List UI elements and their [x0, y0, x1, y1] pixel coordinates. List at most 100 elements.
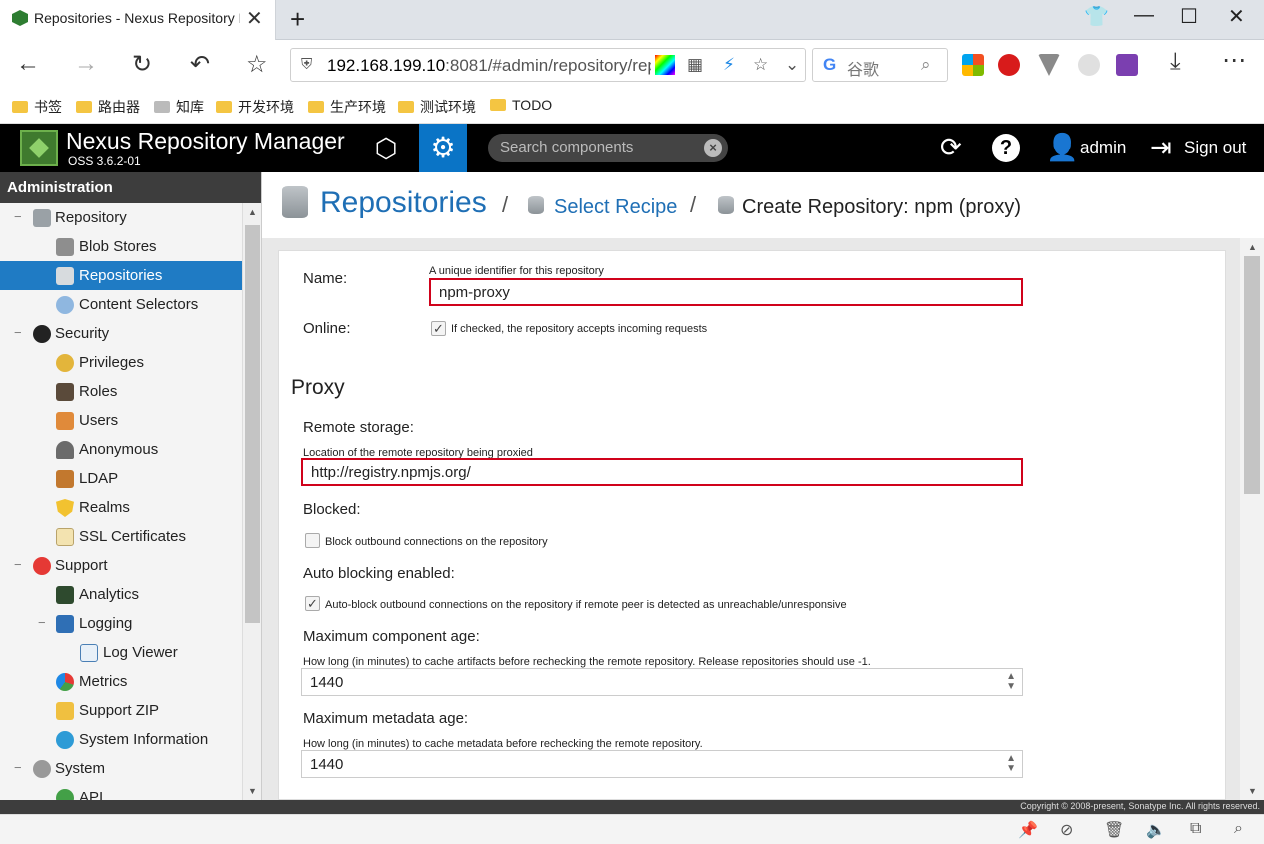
scroll-up-icon[interactable]: ▲	[248, 207, 257, 217]
max-component-age-input[interactable]: 1440 ▲ ▼	[301, 668, 1023, 696]
vue-devtools-icon[interactable]	[1038, 54, 1060, 76]
collapse-icon[interactable]: −	[14, 209, 22, 224]
sidebar-item-repository[interactable]: − Repository	[0, 203, 242, 232]
bookmark-item[interactable]: 生产环境	[308, 97, 386, 117]
collapse-icon[interactable]: −	[14, 325, 22, 340]
speed-icon[interactable]: ⊘	[1060, 820, 1073, 840]
collapse-icon[interactable]: −	[14, 760, 22, 775]
collapse-icon[interactable]: −	[14, 557, 22, 572]
sidebar-item-privileges[interactable]: Privileges	[0, 348, 242, 377]
skin-icon[interactable]: 👕	[1084, 4, 1109, 29]
browser-search-box[interactable]: G 谷歌 ⌕	[812, 48, 948, 82]
search-components-input[interactable]: Search components ×	[488, 134, 728, 162]
volume-icon[interactable]: 🔈	[1146, 820, 1166, 840]
main-scroll-thumb[interactable]	[1244, 256, 1260, 494]
scroll-down-icon[interactable]: ▼	[248, 786, 257, 796]
color-picker-icon[interactable]	[655, 55, 675, 75]
sidebar-item-logging[interactable]: − Logging	[0, 609, 242, 638]
max-metadata-age-input[interactable]: 1440 ▲ ▼	[301, 750, 1023, 778]
sign-out-button[interactable]: Sign out	[1184, 138, 1246, 158]
sidebar-item-label: Repository	[55, 209, 127, 226]
breadcrumb-root[interactable]: Repositories	[320, 186, 487, 220]
name-input[interactable]: npm-proxy	[429, 278, 1023, 306]
browser-tab[interactable]: Repositories - Nexus Repository Manager …	[0, 0, 276, 40]
scroll-down-icon[interactable]: ▼	[1248, 786, 1257, 796]
apps-grid-icon[interactable]	[962, 54, 984, 76]
sidebar-item-support-zip[interactable]: Support ZIP	[0, 696, 242, 725]
maximize-icon[interactable]: ☐	[1180, 4, 1198, 29]
tab-close-icon[interactable]: ✕	[246, 6, 263, 31]
window-icon[interactable]: ⧉	[1190, 820, 1201, 838]
sidebar-item-realms[interactable]: Realms	[0, 493, 242, 522]
sidebar-item-system-information[interactable]: System Information	[0, 725, 242, 754]
bookmark-item[interactable]: 书签	[12, 97, 62, 117]
bookmark-star-icon[interactable]: ☆	[753, 55, 768, 75]
sidebar-item-security[interactable]: − Security	[0, 319, 242, 348]
online-checkbox[interactable]: ✓	[431, 321, 446, 336]
onenote-icon[interactable]	[1116, 54, 1138, 76]
trash-icon[interactable]: 🗑	[1104, 820, 1124, 840]
more-menu-icon[interactable]: ⋯	[1222, 46, 1246, 75]
download-icon[interactable]: ⤓	[1170, 48, 1181, 76]
reload-icon[interactable]: ↻	[132, 50, 152, 79]
breadcrumb-select-recipe[interactable]: Select Recipe	[554, 196, 677, 219]
back-icon[interactable]: ←	[16, 50, 40, 78]
forward-icon[interactable]: →	[74, 50, 98, 78]
spinner-icon[interactable]: ▲ ▼	[1006, 754, 1016, 774]
bookmark-item[interactable]: 测试环境	[398, 97, 476, 117]
window-close-icon[interactable]: ✕	[1228, 4, 1245, 29]
bookmark-item[interactable]: 开发环境	[216, 97, 294, 117]
sidebar-item-users[interactable]: Users	[0, 406, 242, 435]
user-name[interactable]: admin	[1080, 138, 1126, 158]
blocked-checkbox[interactable]	[305, 533, 320, 548]
sidebar-item-ssl-certificates[interactable]: SSL Certificates	[0, 522, 242, 551]
sidebar-item-support[interactable]: − Support	[0, 551, 242, 580]
new-tab-icon[interactable]: +	[290, 4, 305, 35]
auto-blocking-checkbox[interactable]: ✓	[305, 596, 320, 611]
url-text[interactable]: 192.168.199.10:8081/#admin/repository/re…	[327, 56, 651, 76]
address-bar[interactable]: ⛨ 192.168.199.10:8081/#admin/repository/…	[290, 48, 806, 82]
scroll-up-icon[interactable]: ▲	[1248, 242, 1257, 252]
shield-icon	[56, 499, 74, 517]
sidebar-item-analytics[interactable]: Analytics	[0, 580, 242, 609]
bookmark-item[interactable]: 知库	[154, 97, 204, 117]
collapse-icon[interactable]: −	[38, 615, 46, 630]
sidebar-scrollbar[interactable]: ▲ ▼	[242, 203, 261, 800]
clear-search-icon[interactable]: ×	[704, 139, 722, 157]
online-hint: If checked, the repository accepts incom…	[451, 323, 708, 335]
help-icon[interactable]: ?	[992, 134, 1020, 162]
minimize-icon[interactable]: —	[1134, 4, 1154, 27]
sidebar-item-anonymous[interactable]: Anonymous	[0, 435, 242, 464]
spinner-icon[interactable]: ▲ ▼	[1006, 672, 1016, 692]
sidebar-item-content-selectors[interactable]: Content Selectors	[0, 290, 242, 319]
admin-gear-icon[interactable]: ⚙	[419, 124, 467, 172]
sidebar-item-roles[interactable]: Roles	[0, 377, 242, 406]
pin-icon[interactable]: 📌	[1018, 820, 1038, 840]
sidebar-item-repositories[interactable]: Repositories	[0, 261, 242, 290]
sidebar-item-blob-stores[interactable]: Blob Stores	[0, 232, 242, 261]
zoom-icon[interactable]: ⌕	[1234, 820, 1243, 838]
extension-gear-icon[interactable]	[1078, 54, 1100, 76]
bookmark-item[interactable]: 路由器	[76, 97, 140, 117]
bookmark-item[interactable]: TODO	[490, 97, 552, 113]
refresh-icon[interactable]: ⟳	[940, 132, 962, 163]
qr-code-icon[interactable]: ▦	[687, 55, 703, 75]
sidebar-item-metrics[interactable]: Metrics	[0, 667, 242, 696]
user-icon[interactable]: 👤	[1046, 132, 1078, 163]
sidebar-scroll-thumb[interactable]	[245, 225, 260, 623]
remote-storage-input[interactable]: http://registry.npmjs.org/	[301, 458, 1023, 486]
main-scrollbar[interactable]: ▲ ▼	[1240, 238, 1264, 800]
dropdown-chevron-icon[interactable]: ⌄	[785, 55, 799, 75]
sidebar-item-system[interactable]: − System	[0, 754, 242, 783]
sidebar-item-log-viewer[interactable]: Log Viewer	[0, 638, 242, 667]
sidebar-item-api[interactable]: API	[0, 783, 242, 800]
favorite-star-icon[interactable]: ☆	[246, 50, 268, 79]
adblock-icon[interactable]	[998, 54, 1020, 76]
search-icon[interactable]: ⌕	[921, 55, 931, 75]
undo-icon[interactable]: ↶	[190, 50, 210, 79]
lightning-icon[interactable]: ⚡	[723, 55, 735, 75]
browse-cube-icon[interactable]: ⬡	[366, 128, 406, 168]
sidebar-item-ldap[interactable]: LDAP	[0, 464, 242, 493]
role-icon	[56, 383, 74, 401]
sign-out-icon[interactable]: ⇥	[1150, 132, 1172, 163]
